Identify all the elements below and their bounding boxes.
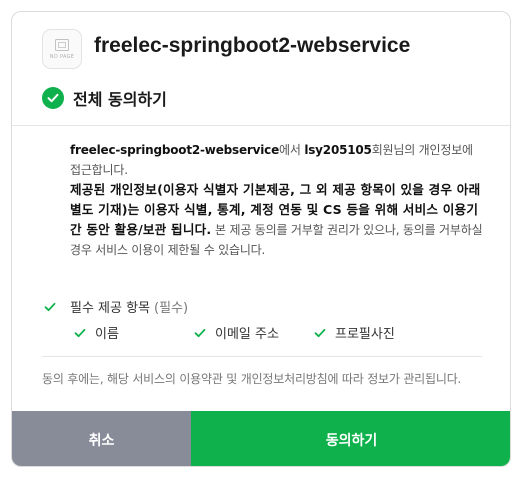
consent-description: freelec-springboot2-webservice에서 lsy2051… bbox=[70, 140, 486, 260]
scope-item-email[interactable]: 이메일 주소 bbox=[194, 323, 279, 342]
scope-item-label: 이름 bbox=[95, 327, 119, 342]
agree-all-label: 전체 동의하기 bbox=[73, 90, 167, 109]
scope-item-label: 이메일 주소 bbox=[215, 327, 279, 342]
check-icon bbox=[194, 328, 206, 337]
app-logo: NO PAGE bbox=[42, 29, 82, 69]
divider bbox=[42, 356, 482, 357]
scope-item-name[interactable]: 이름 bbox=[74, 323, 119, 342]
consent-app-name: freelec-springboot2-webservice bbox=[70, 143, 280, 157]
dialog-header: NO PAGE freelec-springboot2-webservice 전… bbox=[12, 12, 510, 126]
required-label: 필수 제공 항목 bbox=[70, 301, 151, 316]
scope-item-profile-image[interactable]: 프로필사진 bbox=[314, 323, 395, 342]
consent-user-id: lsy205105 bbox=[304, 143, 372, 157]
check-icon bbox=[74, 328, 86, 337]
check-icon bbox=[44, 302, 56, 311]
consent-dialog: NO PAGE freelec-springboot2-webservice 전… bbox=[11, 11, 511, 467]
consent-text-1: 에서 bbox=[279, 143, 305, 157]
check-circle-icon bbox=[42, 87, 64, 109]
broken-image-icon bbox=[55, 38, 69, 51]
check-icon bbox=[314, 328, 326, 337]
notice-text: 동의 후에는, 해당 서비스의 이용약관 및 개인정보처리방침에 따라 정보가 … bbox=[42, 372, 462, 386]
app-title: freelec-springboot2-webservice bbox=[94, 34, 411, 57]
scope-item-label: 프로필사진 bbox=[335, 327, 395, 342]
agree-all-checkbox[interactable]: 전체 동의하기 bbox=[42, 86, 167, 110]
agree-button[interactable]: 동의하기 bbox=[191, 411, 510, 466]
required-tag: (필수) bbox=[154, 301, 189, 316]
logo-text: NO PAGE bbox=[49, 53, 75, 60]
required-items-row[interactable]: 필수 제공 항목 (필수) bbox=[44, 297, 188, 316]
cancel-button[interactable]: 취소 bbox=[12, 411, 191, 466]
